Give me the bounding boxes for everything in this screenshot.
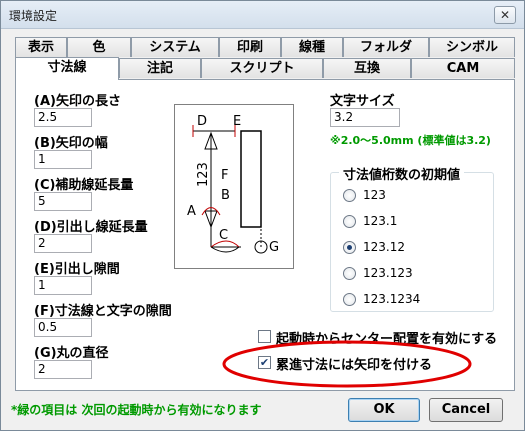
settings-window: 環境設定 ✕ 表示 色 システム 印刷 線種 フォルダ シンボル 寸法線 注記 … — [0, 0, 525, 431]
diagram-label-f: F — [221, 168, 228, 183]
tab-cam[interactable]: CAM — [411, 58, 515, 78]
radio-0[interactable] — [343, 189, 356, 202]
tab-display[interactable]: 表示 — [15, 37, 67, 57]
radio-3[interactable] — [343, 267, 356, 280]
arrow-length-input[interactable]: 2.5 — [34, 108, 92, 127]
digits-option-0-label: 123 — [363, 188, 386, 202]
digits-group-title: 寸法値桁数の初期値 — [339, 164, 465, 183]
tab-color[interactable]: 色 — [67, 37, 131, 57]
diagram-label-d: D — [197, 114, 207, 129]
tab-script[interactable]: スクリプト — [201, 58, 323, 78]
digits-option-4-label: 123.1234 — [363, 292, 421, 306]
text-gap-input[interactable]: 0.5 — [34, 318, 92, 337]
dimension-diagram: D E F B A C G 123 — [174, 104, 294, 269]
tab-strip: 表示 色 システム 印刷 線種 フォルダ シンボル 寸法線 注記 スクリプト 互… — [15, 37, 515, 80]
radio-1[interactable] — [343, 215, 356, 228]
digits-option-2-label: 123.12 — [363, 240, 405, 254]
diagram-label-e: E — [233, 114, 241, 129]
tab-print[interactable]: 印刷 — [219, 37, 281, 57]
digits-option-3-label: 123.123 — [363, 266, 413, 280]
tab-folder[interactable]: フォルダ — [343, 37, 429, 57]
highlight-ellipse — [222, 340, 472, 388]
tab-annotation[interactable]: 注記 — [119, 58, 201, 78]
field-label-d: (D)引出し線延長量 — [34, 220, 148, 235]
field-label-g: (G)丸の直径 — [34, 346, 109, 361]
diagram-label-b: B — [221, 188, 230, 203]
diagram-dim-text: 123 — [196, 162, 211, 187]
diagram-label-c: C — [219, 228, 228, 243]
diagram-label-a: A — [187, 204, 196, 219]
dimension-diagram-svg: D E F B A C G 123 — [187, 114, 279, 255]
diagram-label-g: G — [269, 240, 279, 255]
leader-extension-input[interactable]: 2 — [34, 234, 92, 253]
close-button[interactable]: ✕ — [494, 6, 516, 24]
tab-dimension[interactable]: 寸法線 — [15, 57, 119, 80]
cancel-button[interactable]: Cancel — [429, 398, 503, 422]
text-size-label: 文字サイズ — [330, 94, 395, 109]
tab-compat[interactable]: 互換 — [323, 58, 411, 78]
title-bar: 環境設定 ✕ — [1, 1, 524, 29]
window-title: 環境設定 — [9, 9, 58, 23]
digits-group: 寸法値桁数の初期値 123 123.1 123.12 123.123 123.1… — [330, 164, 494, 312]
text-size-input[interactable]: 3.2 — [330, 108, 400, 127]
radio-2[interactable] — [343, 241, 356, 254]
aux-extension-input[interactable]: 5 — [34, 192, 92, 211]
tab-linetype[interactable]: 線種 — [281, 37, 343, 57]
text-size-note: ※2.0～5.0mm (標準値は3.2) — [330, 134, 491, 147]
field-label-c: (C)補助線延長量 — [34, 178, 134, 193]
leader-gap-input[interactable]: 1 — [34, 276, 92, 295]
field-label-e: (E)引出し隙間 — [34, 262, 120, 277]
radio-4[interactable] — [343, 293, 356, 306]
field-label-a: (A)矢印の長さ — [34, 94, 121, 109]
tab-system[interactable]: システム — [131, 37, 219, 57]
field-label-b: (B)矢印の幅 — [34, 136, 108, 151]
field-label-f: (F)寸法線と文字の隙間 — [34, 304, 172, 319]
digits-option-1-label: 123.1 — [363, 214, 398, 228]
footer-note: *緑の項目は 次回の起動時から有効になります — [11, 403, 262, 417]
tab-symbol[interactable]: シンボル — [429, 37, 515, 57]
ok-button[interactable]: OK — [348, 398, 420, 422]
arrow-width-input[interactable]: 1 — [34, 150, 92, 169]
dimension-panel: (A)矢印の長さ 2.5 (B)矢印の幅 1 (C)補助線延長量 5 (D)引出… — [15, 79, 515, 391]
circle-diameter-input[interactable]: 2 — [34, 360, 92, 379]
